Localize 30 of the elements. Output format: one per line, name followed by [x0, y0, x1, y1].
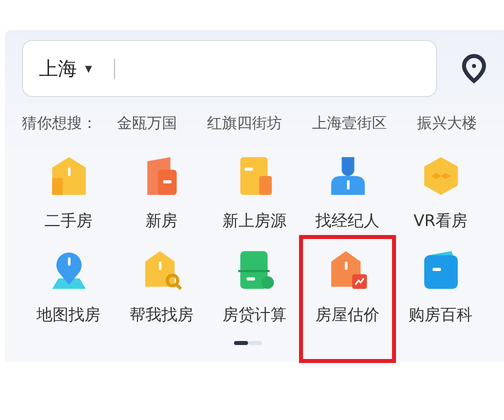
shortcut-item[interactable]: 找经纪人 — [301, 155, 394, 231]
shortcut-label: 房贷计算 — [222, 305, 286, 325]
suggestion-link[interactable]: 上海壹街区 — [312, 114, 387, 133]
shortcut-label: 购房百科 — [408, 305, 472, 325]
suggestion-link[interactable]: 红旗四街坊 — [207, 114, 282, 133]
suggestion-link[interactable]: 金瓯万国 — [117, 114, 177, 133]
city-selector[interactable]: 上海 — [39, 56, 77, 82]
shortcut-item[interactable]: 房贷计算 — [208, 249, 301, 325]
shortcut-label: 找经纪人 — [316, 211, 380, 231]
shortcut-label: 帮我找房 — [130, 305, 194, 325]
shortcut-item[interactable]: 购房百科 — [394, 249, 487, 325]
search-field[interactable]: 上海 ▾ — [22, 40, 437, 97]
shortcut-item[interactable]: 新上房源 — [208, 155, 301, 231]
shortcut-item[interactable]: VR看房 — [394, 155, 487, 231]
text-cursor — [114, 58, 116, 78]
shortcut-label: 二手房 — [44, 211, 92, 231]
suggestion-label: 猜你想搜： — [22, 114, 97, 133]
shortcut-label: VR看房 — [413, 211, 468, 231]
shortcut-item[interactable]: 地图找房 — [22, 249, 115, 325]
shortcut-label: 房屋估价 — [316, 305, 380, 325]
shortcut-item[interactable]: 帮我找房 — [115, 249, 208, 325]
shortcut-label: 新房 — [146, 211, 178, 231]
shortcut-item[interactable]: 新房 — [115, 155, 208, 231]
shortcut-item[interactable]: 房屋估价 — [301, 249, 394, 325]
caret-icon: ▾ — [85, 60, 92, 76]
suggestion-link[interactable]: 振兴大楼 — [417, 114, 477, 133]
shortcut-label: 地图找房 — [36, 305, 100, 325]
shortcut-label: 新上房源 — [222, 211, 286, 231]
location-pin-icon[interactable] — [461, 54, 487, 84]
shortcut-item[interactable]: 二手房 — [22, 155, 115, 231]
